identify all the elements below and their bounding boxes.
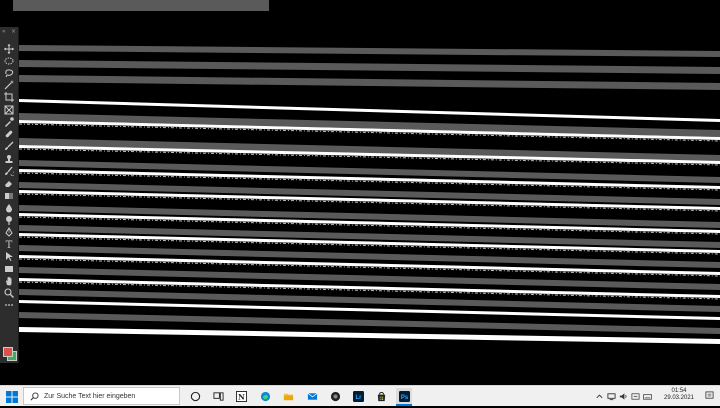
network-icon[interactable] bbox=[606, 390, 616, 402]
file-explorer-app[interactable] bbox=[280, 388, 296, 404]
document-title-bar bbox=[13, 0, 269, 11]
search-placeholder: Zur Suche Text hier eingeben bbox=[44, 392, 136, 400]
edge-icon bbox=[260, 391, 270, 401]
photoshop-icon: Ps bbox=[398, 390, 410, 402]
lightroom-app[interactable]: Lr bbox=[350, 388, 366, 404]
language-icon[interactable] bbox=[630, 390, 640, 402]
notion-app[interactable]: N bbox=[233, 388, 249, 404]
magic-wand-tool[interactable] bbox=[3, 79, 15, 90]
lasso-tool[interactable] bbox=[3, 67, 15, 78]
folder-icon bbox=[283, 393, 293, 400]
gradient-tool[interactable] bbox=[3, 190, 15, 201]
foreground-color-swatch[interactable] bbox=[3, 347, 13, 357]
close-icon[interactable]: × bbox=[11, 28, 16, 35]
dodge-tool[interactable] bbox=[3, 214, 15, 225]
keyboard-icon[interactable] bbox=[642, 390, 652, 402]
eraser-icon bbox=[5, 180, 12, 187]
tools-panel: « × T bbox=[0, 27, 19, 363]
document-canvas[interactable] bbox=[19, 27, 720, 363]
pen-tool[interactable] bbox=[3, 226, 15, 237]
cortana-button[interactable] bbox=[187, 388, 203, 404]
stamp-icon bbox=[5, 154, 13, 163]
path-selection-tool[interactable] bbox=[3, 250, 15, 261]
rectangle-icon bbox=[5, 265, 13, 272]
brush-tool[interactable] bbox=[3, 140, 15, 151]
image-content bbox=[19, 45, 720, 344]
camera-icon bbox=[330, 391, 340, 401]
ellipsis-icon bbox=[5, 303, 13, 306]
grey-stripe bbox=[19, 45, 720, 57]
frame-icon bbox=[4, 105, 14, 114]
store-app[interactable] bbox=[373, 388, 389, 404]
arrow-icon bbox=[6, 251, 13, 261]
photoshop-label: Ps bbox=[400, 394, 408, 400]
dodge-icon bbox=[6, 215, 12, 225]
windows-taskbar: Zur Suche Text hier eingeben N Lr Ps 01:… bbox=[0, 385, 720, 406]
clock-time: 01:54 bbox=[671, 388, 687, 394]
rectangle-tool[interactable] bbox=[3, 263, 15, 274]
eyedropper-tool[interactable] bbox=[3, 116, 15, 127]
camera-app[interactable] bbox=[327, 388, 343, 404]
store-icon bbox=[377, 391, 385, 401]
eraser-tool[interactable] bbox=[3, 177, 15, 188]
zoom-icon bbox=[4, 287, 14, 298]
bandage-icon bbox=[5, 130, 13, 137]
frame-tool[interactable] bbox=[3, 104, 15, 115]
grey-stripe bbox=[19, 60, 720, 74]
taskbar-search-box[interactable]: Zur Suche Text hier eingeben bbox=[23, 387, 180, 405]
lasso-icon bbox=[5, 68, 14, 77]
edge-app[interactable] bbox=[257, 388, 273, 404]
svg-text:N: N bbox=[238, 392, 245, 401]
circle-icon bbox=[190, 391, 200, 401]
search-icon bbox=[30, 391, 39, 400]
history-brush-icon bbox=[5, 166, 14, 176]
marquee-tool[interactable] bbox=[3, 55, 15, 66]
lightroom-icon: Lr bbox=[352, 390, 364, 402]
task-view-icon bbox=[212, 391, 224, 401]
crop-tool[interactable] bbox=[3, 91, 15, 102]
photoshop-app[interactable]: Ps bbox=[396, 388, 412, 406]
svg-text:T: T bbox=[6, 240, 13, 249]
grey-stripe bbox=[19, 75, 720, 90]
gradient-icon bbox=[5, 192, 13, 199]
brush-icon bbox=[5, 141, 14, 150]
ellipse-marquee-icon bbox=[4, 57, 14, 64]
zoom-tool[interactable] bbox=[3, 287, 15, 298]
type-tool[interactable]: T bbox=[3, 238, 15, 249]
mail-app[interactable] bbox=[304, 388, 320, 404]
drop-icon bbox=[6, 203, 12, 212]
task-view-button[interactable] bbox=[210, 388, 226, 404]
move-tool[interactable] bbox=[3, 43, 15, 54]
panel-collapse-icon[interactable]: « bbox=[2, 28, 6, 35]
volume-icon[interactable] bbox=[618, 390, 628, 402]
hand-tool[interactable] bbox=[3, 275, 15, 286]
pen-icon bbox=[5, 226, 13, 237]
hand-icon bbox=[6, 276, 12, 285]
lightroom-label: Lr bbox=[355, 394, 362, 400]
chevron-up-icon[interactable] bbox=[594, 390, 604, 402]
notion-icon: N bbox=[235, 390, 247, 402]
clock-date: 29.03.2021 bbox=[663, 395, 695, 401]
windows-start-icon[interactable] bbox=[6, 390, 18, 403]
notification-icon[interactable] bbox=[705, 391, 714, 400]
type-icon: T bbox=[6, 240, 13, 249]
clone-stamp-tool[interactable] bbox=[3, 153, 15, 164]
blur-tool[interactable] bbox=[3, 202, 15, 213]
move-icon bbox=[4, 43, 14, 54]
taskbar-clock[interactable]: 01:54 29.03.2021 bbox=[660, 388, 698, 402]
healing-brush-tool[interactable] bbox=[3, 128, 15, 139]
eyedropper-icon bbox=[5, 116, 14, 127]
history-brush-tool[interactable] bbox=[3, 165, 15, 176]
more-tools[interactable] bbox=[3, 299, 15, 310]
magic-wand-icon bbox=[4, 79, 14, 89]
mail-icon bbox=[307, 392, 317, 400]
crop-icon bbox=[4, 91, 14, 102]
